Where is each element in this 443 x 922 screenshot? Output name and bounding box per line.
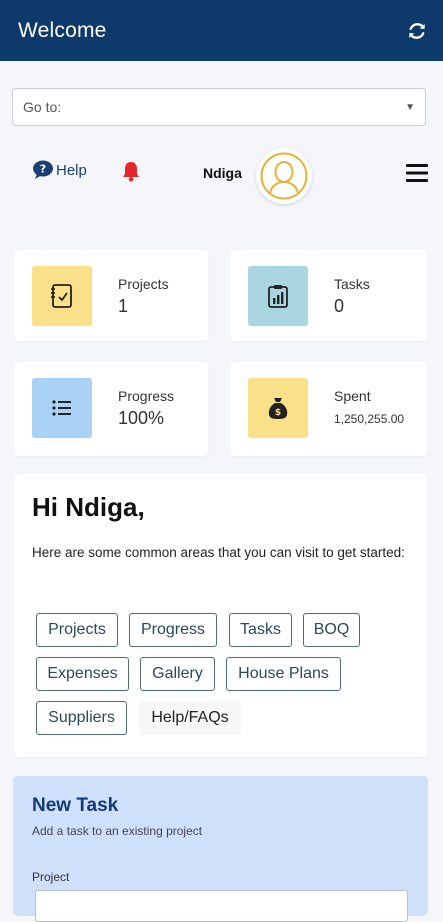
- stat-value: 0: [334, 296, 345, 316]
- svg-text:?: ?: [40, 163, 46, 176]
- user-toolbar: ? Help Ndiga: [0, 140, 443, 210]
- welcome-subtitle: Here are some common areas that you can …: [32, 545, 405, 560]
- project-field-label: Project: [32, 870, 70, 884]
- new-task-panel: New Task Add a task to an existing proje…: [13, 776, 428, 922]
- app-bar: Welcome: [0, 0, 443, 61]
- stat-card-tasks[interactable]: Tasks 0: [230, 250, 427, 341]
- quick-link-boq[interactable]: BOQ: [303, 613, 360, 647]
- greeting-heading: Hi Ndiga,: [32, 492, 145, 522]
- quick-link-suppliers[interactable]: Suppliers: [36, 701, 127, 735]
- clipboard-chart-icon: [268, 285, 288, 308]
- stat-card-projects[interactable]: Projects 1: [14, 250, 208, 341]
- user-name: Ndiga: [203, 165, 242, 181]
- quick-link-projects[interactable]: Projects: [36, 613, 118, 647]
- quick-link-help-faqs[interactable]: Help/FAQs: [139, 701, 241, 735]
- new-task-description: Add a task to an existing project: [32, 824, 203, 838]
- user-avatar-icon: [260, 152, 308, 200]
- help-label: Help: [56, 161, 87, 179]
- app-title: Welcome: [18, 18, 107, 42]
- stat-value: 1,250,255.00: [334, 412, 405, 426]
- project-select[interactable]: [35, 890, 408, 922]
- stat-card-spent[interactable]: $ Spent 1,250,255.00: [230, 362, 427, 456]
- welcome-card: Hi Ndiga, Here are some common areas tha…: [14, 474, 427, 757]
- stat-value: 100%: [118, 408, 165, 428]
- quick-link-house-plans[interactable]: House Plans: [226, 657, 341, 691]
- checklist-icon: [51, 284, 72, 308]
- notification-bell-icon[interactable]: [121, 160, 141, 182]
- goto-select-value: Go to:: [23, 99, 62, 115]
- quick-link-gallery[interactable]: Gallery: [140, 657, 215, 691]
- stat-label: Tasks: [334, 276, 370, 292]
- money-bag-icon: $: [268, 398, 288, 419]
- hamburger-menu-icon[interactable]: [406, 164, 428, 182]
- stat-icon-tile: [32, 266, 92, 326]
- help-link[interactable]: ? Help: [32, 160, 87, 180]
- goto-select[interactable]: Go to: ▼: [12, 88, 426, 126]
- stat-value: 1: [118, 296, 129, 316]
- stat-label: Progress: [118, 388, 175, 404]
- refresh-icon[interactable]: [405, 19, 429, 43]
- help-chat-icon: ?: [32, 160, 54, 180]
- quick-link-progress[interactable]: Progress: [129, 613, 217, 647]
- stat-card-progress[interactable]: Progress 100%: [14, 362, 208, 456]
- stat-icon-tile: [248, 266, 308, 326]
- quick-link-expenses[interactable]: Expenses: [36, 657, 129, 691]
- svg-text:$: $: [275, 408, 281, 418]
- stat-icon-tile: [32, 378, 92, 438]
- chevron-down-icon: ▼: [405, 101, 415, 113]
- avatar[interactable]: [256, 148, 312, 204]
- new-task-title: New Task: [32, 795, 119, 816]
- stat-icon-tile: $: [248, 378, 308, 438]
- quick-link-tasks[interactable]: Tasks: [229, 613, 292, 647]
- stat-label: Spent: [334, 388, 371, 404]
- stat-label: Projects: [118, 276, 169, 292]
- list-icon: [52, 400, 71, 416]
